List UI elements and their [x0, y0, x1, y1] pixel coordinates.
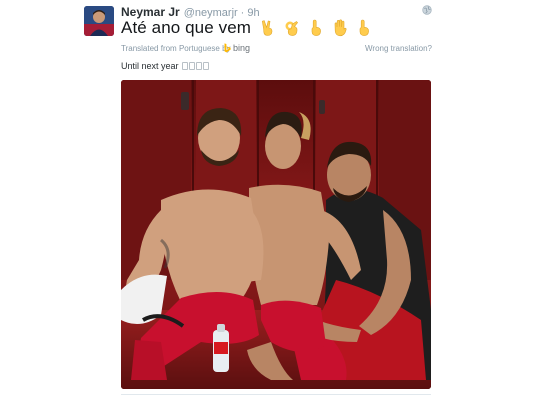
avatar[interactable]: [84, 6, 114, 36]
ok-hand-icon: [285, 21, 299, 36]
pointing-up-icon: [311, 19, 321, 36]
missing-glyph-icon: [188, 62, 195, 70]
bing-logo[interactable]: bing: [224, 43, 250, 53]
missing-glyph-icon: [181, 62, 188, 70]
bing-icon: [224, 43, 231, 53]
translated-emoji-placeholders: [181, 62, 209, 70]
globe-icon[interactable]: [422, 5, 432, 15]
missing-glyph-icon: [202, 62, 209, 70]
translated-text: Until next year: [121, 60, 209, 72]
bottom-divider: [121, 394, 431, 395]
missing-glyph-icon: [195, 62, 202, 70]
tweet-text-content: Até ano que vem: [121, 18, 252, 37]
pointing-up-icon: [359, 19, 369, 36]
tweet-card: Neymar Jr @neymarjr · 9h Até ano que vem: [0, 0, 550, 400]
victory-hand-icon: [261, 20, 273, 36]
tweet-photo[interactable]: [121, 80, 431, 389]
translation-label: Translated from Portuguese by: [121, 44, 231, 53]
wrong-translation-link[interactable]: Wrong translation?: [365, 44, 432, 53]
tweet-emojis: [259, 19, 379, 37]
translated-text-content: Until next year: [121, 61, 179, 71]
raised-hand-icon: [334, 19, 347, 37]
author-name[interactable]: Neymar Jr: [121, 5, 180, 19]
bing-wordmark: bing: [233, 43, 251, 53]
translation-bar: Translated from Portuguese by bing Wrong…: [121, 43, 432, 55]
tweet-header: Neymar Jr @neymarjr · 9h: [121, 5, 260, 19]
tweet-text: Até ano que vem: [121, 18, 379, 38]
